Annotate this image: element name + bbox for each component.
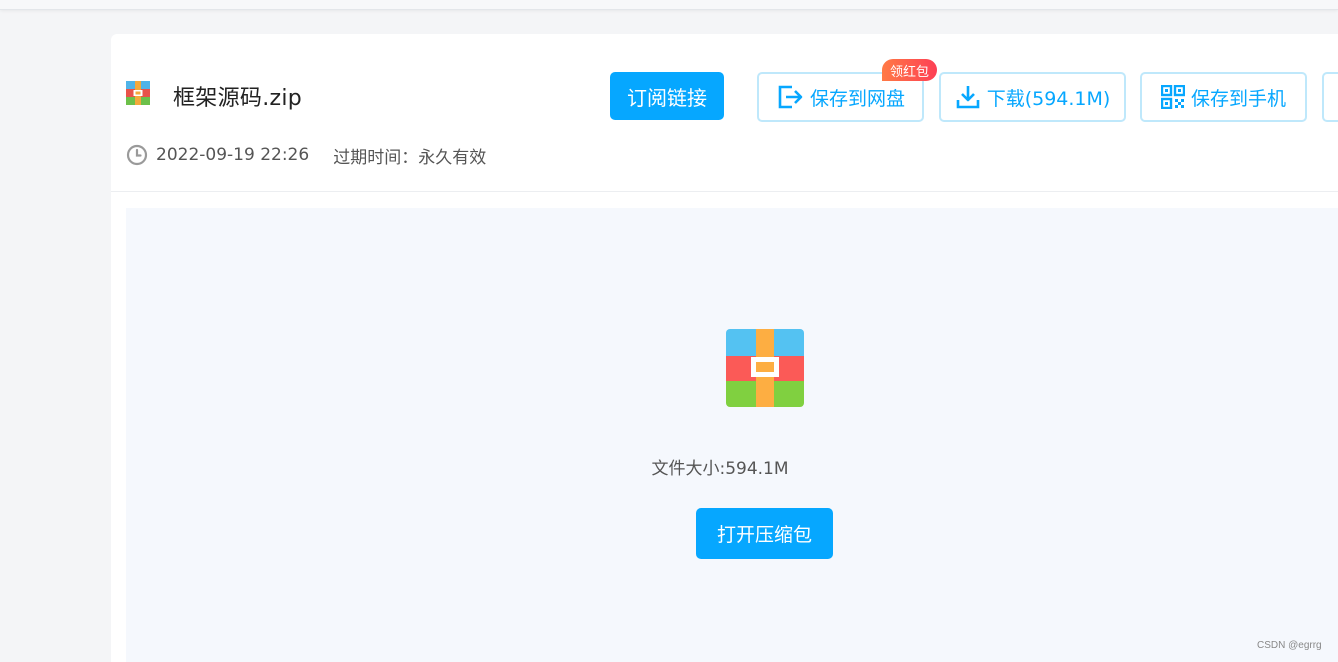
file-name: 框架源码.zip <box>173 86 303 111</box>
download-icon <box>956 86 979 109</box>
red-packet-badge[interactable]: 领红包 <box>882 59 938 81</box>
file-meta: 2022-09-19 22:26 过期时间： 永久有效 <box>126 142 486 168</box>
subscribe-button[interactable]: 订阅链接 <box>610 72 724 120</box>
zip-archive-icon <box>126 81 150 105</box>
open-archive-button[interactable]: 打开压缩包 <box>696 508 833 559</box>
clock-icon <box>126 144 148 166</box>
save-to-phone-button[interactable]: 保存到手机 <box>1140 72 1307 122</box>
file-size-text: 文件大小:594.1M <box>651 459 789 479</box>
more-button[interactable] <box>1322 72 1338 122</box>
file-header: 框架源码.zip 2022-09-19 22:26 过期时间： 永久有效 订阅链… <box>111 34 1338 192</box>
upload-date: 2022-09-19 22:26 <box>156 145 310 165</box>
save-to-phone-label: 保存到手机 <box>1190 87 1286 110</box>
file-card: 框架源码.zip 2022-09-19 22:26 过期时间： 永久有效 订阅链… <box>111 34 1338 662</box>
top-bar <box>0 0 1338 10</box>
expire-label: 过期时间： <box>333 147 419 168</box>
file-preview: 文件大小:594.1M 打开压缩包 <box>126 208 1338 662</box>
zip-archive-large-icon <box>726 329 804 407</box>
download-button[interactable]: 下载(594.1M) <box>939 72 1126 122</box>
qr-code-icon <box>1160 85 1185 109</box>
file-size: 文件大小:594.1M <box>126 454 1338 479</box>
save-to-cloud-icon <box>778 85 803 109</box>
expire-value: 永久有效 <box>418 147 487 168</box>
download-label: 下载(594.1M) <box>986 87 1111 110</box>
save-to-cloud-label: 保存到网盘 <box>809 87 905 110</box>
watermark: CSDN @egrrg <box>1257 640 1322 651</box>
